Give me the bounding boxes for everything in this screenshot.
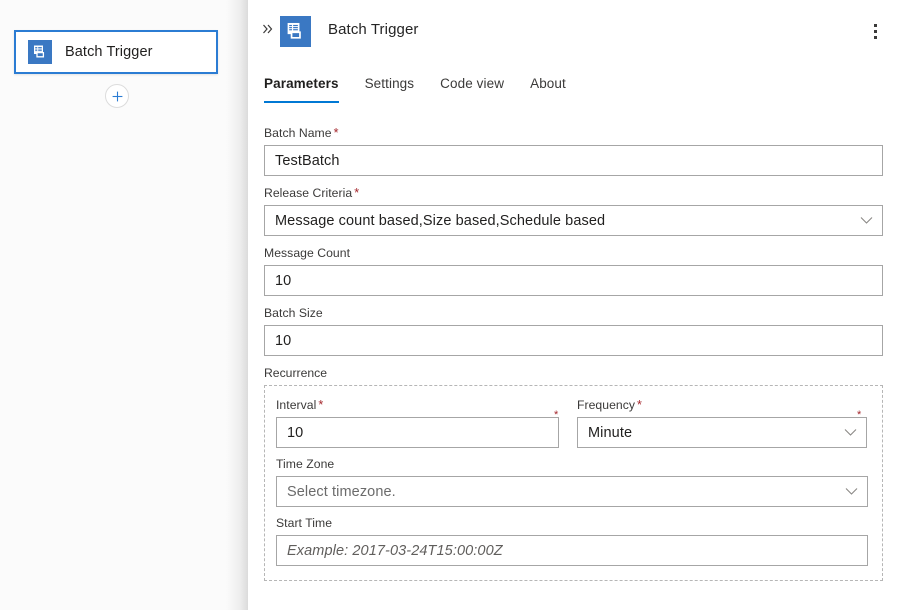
message-count-input[interactable]: 10 [264,265,883,296]
field-frequency: Frequency* Minute [577,398,867,448]
tab-about[interactable]: About [517,68,579,98]
double-chevron-right-icon[interactable] [258,19,278,39]
frequency-value: Minute [588,425,632,441]
designer-canvas: Batch Trigger [0,0,248,610]
field-release-criteria: Release Criteria* Message count based,Si… [264,186,883,236]
label-text: Time Zone [276,457,334,471]
field-batch-size: Batch Size 10 [264,306,883,356]
label-text: Batch Name [264,126,332,140]
field-batch-name: Batch Name* TestBatch [264,126,883,176]
message-count-value: 10 [275,273,291,289]
panel-batch-trigger-icon [280,16,311,47]
frequency-label: Frequency* [577,398,867,412]
time-zone-value: Select timezone. [287,484,396,500]
start-time-input[interactable]: Example: 2017-03-24T15:00:00Z [276,535,868,566]
label-text: Batch Size [264,306,323,320]
batch-trigger-icon [28,40,52,64]
label-text: Start Time [276,516,332,530]
field-start-time: Start Time Example: 2017-03-24T15:00:00Z [276,516,868,566]
tab-label: Code view [440,76,504,91]
required-asterisk: * [354,186,359,200]
interval-label: Interval* [276,398,559,412]
tab-label: Settings [365,76,415,91]
batch-size-value: 10 [275,333,291,349]
tab-label: About [530,76,566,91]
parameters-form: Batch Name* TestBatch Release Criteria* … [248,104,900,581]
tab-code-view[interactable]: Code view [427,68,517,98]
time-zone-dropdown[interactable]: Select timezone. [276,476,868,507]
interval-value: 10 [287,425,303,441]
field-recurrence: Recurrence Interval* 10 [264,366,883,581]
required-asterisk: * [318,398,323,412]
workflow-node-label: Batch Trigger [65,44,153,60]
required-asterisk: * [637,398,642,412]
frequency-dropdown[interactable]: Minute [577,417,867,448]
more-vertical-icon[interactable] [862,18,888,44]
tab-label: Parameters [264,76,339,91]
start-time-placeholder: Example: 2017-03-24T15:00:00Z [287,543,503,559]
chevron-down-icon[interactable] [843,426,857,440]
chevron-down-icon[interactable] [844,485,858,499]
start-time-label: Start Time [276,516,868,530]
label-text: Release Criteria [264,186,352,200]
menu-dot [874,24,877,27]
recurrence-row-interval-frequency: Interval* 10 Frequency* Minute [276,398,868,448]
release-criteria-dropdown[interactable]: Message count based,Size based,Schedule … [264,205,883,236]
plus-icon [111,90,124,103]
label-text: Message Count [264,246,350,260]
tab-bar: Parameters Settings Code view About [264,68,900,104]
interval-required-marker: * [554,410,558,421]
panel-header: Batch Trigger [248,0,900,68]
batch-name-label: Batch Name* [264,126,883,140]
frequency-required-marker: * [857,410,861,421]
batch-name-value: TestBatch [275,153,340,169]
batch-size-label: Batch Size [264,306,883,320]
interval-input[interactable]: 10 [276,417,559,448]
field-time-zone: Time Zone Select timezone. [276,457,868,507]
field-interval: Interval* 10 [276,398,559,448]
batch-name-input[interactable]: TestBatch [264,145,883,176]
canvas-edge-shadow [226,0,248,610]
recurrence-label: Recurrence [264,366,883,380]
release-criteria-value: Message count based,Size based,Schedule … [275,213,605,229]
field-message-count: Message Count 10 [264,246,883,296]
page-title: Batch Trigger [328,21,419,38]
chevron-down-icon[interactable] [859,214,873,228]
recurrence-group: Interval* 10 Frequency* Minute [264,385,883,581]
release-criteria-label: Release Criteria* [264,186,883,200]
message-count-label: Message Count [264,246,883,260]
label-text: Interval [276,398,316,412]
add-step-button[interactable] [105,84,129,108]
app-root: Batch Trigger [0,0,900,610]
time-zone-label: Time Zone [276,457,868,471]
menu-dot [874,30,877,33]
tab-parameters[interactable]: Parameters [264,68,352,98]
batch-size-input[interactable]: 10 [264,325,883,356]
menu-dot [874,36,877,39]
workflow-node-batch-trigger[interactable]: Batch Trigger [14,30,218,74]
detail-panel: Batch Trigger Parameters Settings Code v… [248,0,900,610]
tab-settings[interactable]: Settings [352,68,428,98]
label-text: Frequency [577,398,635,412]
required-asterisk: * [334,126,339,140]
